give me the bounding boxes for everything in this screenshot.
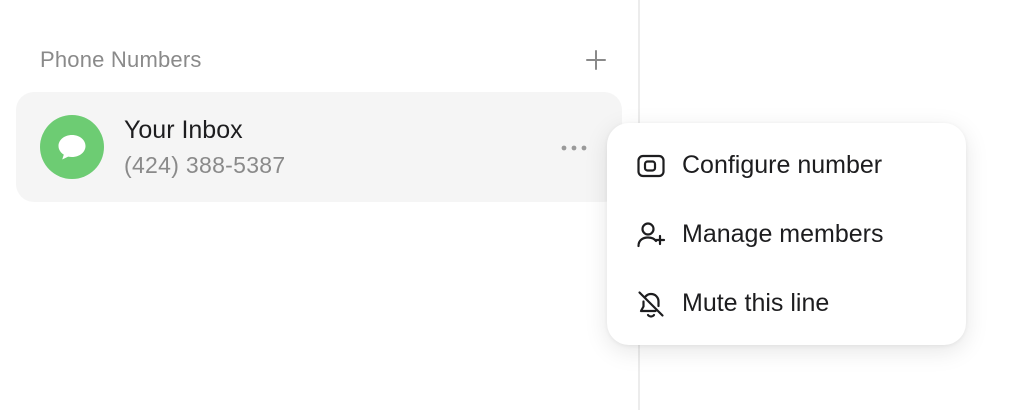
menu-item-manage-members[interactable]: Manage members xyxy=(607,200,966,269)
inbox-phone-number: (424) 388-5387 xyxy=(124,152,286,178)
inbox-more-options-button[interactable] xyxy=(556,130,592,166)
menu-item-label: Mute this line xyxy=(682,289,830,317)
section-title: Phone Numbers xyxy=(40,47,202,72)
chat-bubble-icon xyxy=(58,135,86,160)
phone-numbers-header: Phone Numbers xyxy=(40,40,606,80)
menu-item-label: Configure number xyxy=(682,151,883,179)
plus-icon xyxy=(586,50,606,70)
inbox-avatar xyxy=(40,115,104,179)
sidebar: Phone Numbers Your Inbox (424) 388-5387 xyxy=(0,0,638,410)
inbox-name: Your Inbox xyxy=(124,116,243,144)
inbox-context-menu: Configure number Manage members Mute thi… xyxy=(607,123,966,345)
inbox-text: Your Inbox (424) 388-5387 xyxy=(124,115,285,179)
user-plus-icon xyxy=(635,219,667,251)
menu-item-label: Manage members xyxy=(682,220,884,248)
bell-off-icon xyxy=(635,288,667,320)
more-horizontal-icon xyxy=(561,145,587,151)
sim-card-icon xyxy=(635,150,667,182)
menu-item-mute-line[interactable]: Mute this line xyxy=(607,269,966,338)
inbox-row-your-inbox[interactable]: Your Inbox (424) 388-5387 xyxy=(16,92,622,202)
add-phone-number-button[interactable] xyxy=(578,42,614,78)
menu-item-configure-number[interactable]: Configure number xyxy=(607,131,966,200)
